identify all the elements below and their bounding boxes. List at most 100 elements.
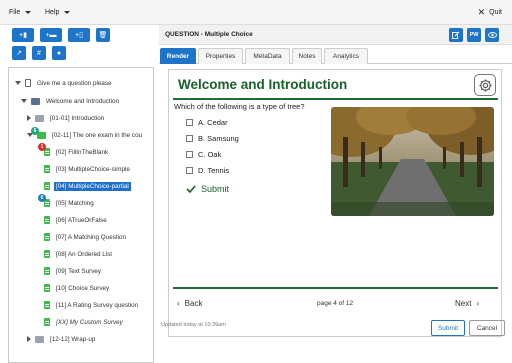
right-panel: QUESTION - Multiple Choice PW Render Pro… xyxy=(159,25,512,343)
trash-icon: 🗑 xyxy=(98,32,108,39)
tree-item[interactable]: [04] MultipleChoice-partial xyxy=(37,180,131,192)
checkbox[interactable] xyxy=(186,167,193,174)
add-page-button[interactable]: +▯ xyxy=(68,28,90,42)
option-a[interactable]: A. Cedar xyxy=(186,118,228,127)
doc-icon: 6 xyxy=(38,194,50,207)
tree-item[interactable]: [08] An Ordered List xyxy=(37,248,114,260)
cancel-label: Cancel xyxy=(476,324,498,332)
tab-analytics-label: Analytics xyxy=(332,53,359,60)
add-book-button[interactable]: +▮ xyxy=(12,28,34,42)
tree-item-label: Welcome and Introduction xyxy=(46,97,120,105)
render-preview: Welcome and Introduction Which of the fo… xyxy=(168,69,502,337)
footer-divider xyxy=(173,287,498,289)
expand-right-icon[interactable] xyxy=(27,115,31,121)
tree-item-label: [02-11] The one exam in the cou xyxy=(52,131,143,139)
option-b[interactable]: B. Samsung xyxy=(186,134,239,143)
tree-item[interactable]: Welcome and Introduction xyxy=(21,95,121,107)
pw-button[interactable]: PW xyxy=(467,28,481,42)
toolbar-row-2: ↗ # ● xyxy=(12,46,66,60)
help-menu[interactable]: Help xyxy=(45,9,71,16)
doc-icon xyxy=(44,216,50,224)
tree-item-label: Give me a question please xyxy=(37,79,112,87)
tree-item[interactable]: [07] A Matching Question xyxy=(37,231,128,243)
tree-item[interactable]: [12-12] Wrap-up xyxy=(27,333,97,345)
tree-item[interactable]: [06] ATrueOrFalse xyxy=(37,214,109,226)
expand-down-icon[interactable] xyxy=(21,99,27,103)
doc-icon xyxy=(44,182,50,190)
tree-item-label: [09] Text Survey xyxy=(56,267,102,275)
expand-down-icon[interactable] xyxy=(15,81,21,85)
next-label: Next xyxy=(455,299,472,308)
tree-item[interactable]: [03] MultipleChoice-simple xyxy=(37,163,132,175)
back-button[interactable]: ‹ Back xyxy=(177,299,202,308)
tab-metadata[interactable]: MetaData xyxy=(245,48,290,64)
option-label: D. Tennis xyxy=(198,166,230,175)
checkbox[interactable] xyxy=(186,151,193,158)
tab-analytics[interactable]: Analytics xyxy=(324,48,368,64)
settings-button[interactable] xyxy=(474,74,496,96)
tree-item[interactable]: 6 [02-11] The one exam in the cou xyxy=(27,126,144,141)
tab-properties-label: Properties xyxy=(205,53,236,60)
expand-right-icon[interactable] xyxy=(27,336,31,342)
tree-item[interactable]: [01-01] Introduction xyxy=(27,112,106,124)
tree-item-label: [04] MultipleChoice-partial xyxy=(54,181,131,191)
count-badge: 6 xyxy=(31,126,39,135)
tree-item[interactable]: [09] Text Survey xyxy=(37,265,103,277)
tree-lined-road-photo xyxy=(331,107,494,216)
device-icon xyxy=(25,79,31,87)
content-tree: Give me a question please Welcome and Int… xyxy=(8,67,154,363)
checkbox[interactable] xyxy=(186,135,193,142)
tree-item-label: [03] MultipleChoice-simple xyxy=(56,165,130,173)
menu-bar: File Help ✕ Quit xyxy=(0,0,512,25)
quit-button[interactable]: ✕ Quit xyxy=(478,8,502,17)
chevron-right-icon: › xyxy=(476,299,480,308)
option-c[interactable]: C. Oak xyxy=(186,150,221,159)
tree-item-label: [12-12] Wrap-up xyxy=(50,335,96,343)
add-folder-button[interactable]: +▬ xyxy=(40,28,62,42)
add-folder-icon: +▬ xyxy=(45,31,57,39)
submit-label: Submit xyxy=(437,324,459,332)
cancel-button[interactable]: Cancel xyxy=(469,320,505,336)
question-prompt: Which of the following is a type of tree… xyxy=(174,102,305,111)
gear-icon xyxy=(478,78,492,92)
tree-item-label: [08] An Ordered List xyxy=(56,250,113,258)
option-d[interactable]: D. Tennis xyxy=(186,166,229,175)
submit-answer-label: Submit xyxy=(201,184,230,194)
checkbox[interactable] xyxy=(186,119,193,126)
count-badge: 1 xyxy=(38,143,46,151)
chat-button[interactable]: ● xyxy=(52,46,66,60)
edit-button[interactable] xyxy=(449,28,463,42)
tree-item[interactable]: 6 [05] Matching xyxy=(37,194,96,209)
pw-label: PW xyxy=(469,32,479,38)
hash-button[interactable]: # xyxy=(32,46,46,60)
file-menu[interactable]: File xyxy=(9,9,32,16)
tab-render[interactable]: Render xyxy=(160,48,196,64)
tab-notes[interactable]: Notes xyxy=(292,48,322,64)
file-menu-label: File xyxy=(9,9,21,16)
doc-icon xyxy=(44,301,50,309)
submit-answer-button[interactable]: Submit xyxy=(186,184,229,194)
tree-item-label: [10] Choice Survey xyxy=(56,284,110,292)
tree-item[interactable]: Give me a question please xyxy=(15,77,114,89)
left-panel: +▮ +▬ +▯ 🗑 ↗ # ● Give me a question please Wel… xyxy=(8,25,154,363)
eye-icon xyxy=(487,32,497,38)
tree-item-label: [05] Matching xyxy=(56,199,94,207)
option-label: C. Oak xyxy=(198,150,222,159)
trash-button[interactable]: 🗑 xyxy=(96,28,110,42)
tab-properties[interactable]: Properties xyxy=(198,48,243,64)
tab-bar: Render Properties MetaData Notes Analyti… xyxy=(159,48,512,64)
title-divider xyxy=(173,98,498,100)
submit-button[interactable]: Submit xyxy=(431,320,465,336)
doc-icon xyxy=(44,250,50,258)
option-label: A. Cedar xyxy=(198,118,228,127)
tree-item[interactable]: [11] A Rating Survey question xyxy=(37,299,140,311)
tree-item[interactable]: [XX] My Custom Survey xyxy=(37,316,125,328)
tree-item[interactable]: 1 [02] FillInTheBlank xyxy=(37,143,110,158)
preview-button[interactable] xyxy=(485,28,499,42)
edit-icon xyxy=(452,31,460,39)
tree-item[interactable]: [10] Choice Survey xyxy=(37,282,111,294)
export-button[interactable]: ↗ xyxy=(12,46,26,60)
next-button[interactable]: Next › xyxy=(455,299,479,308)
quit-label: Quit xyxy=(489,8,502,16)
count-badge: 6 xyxy=(38,194,46,202)
